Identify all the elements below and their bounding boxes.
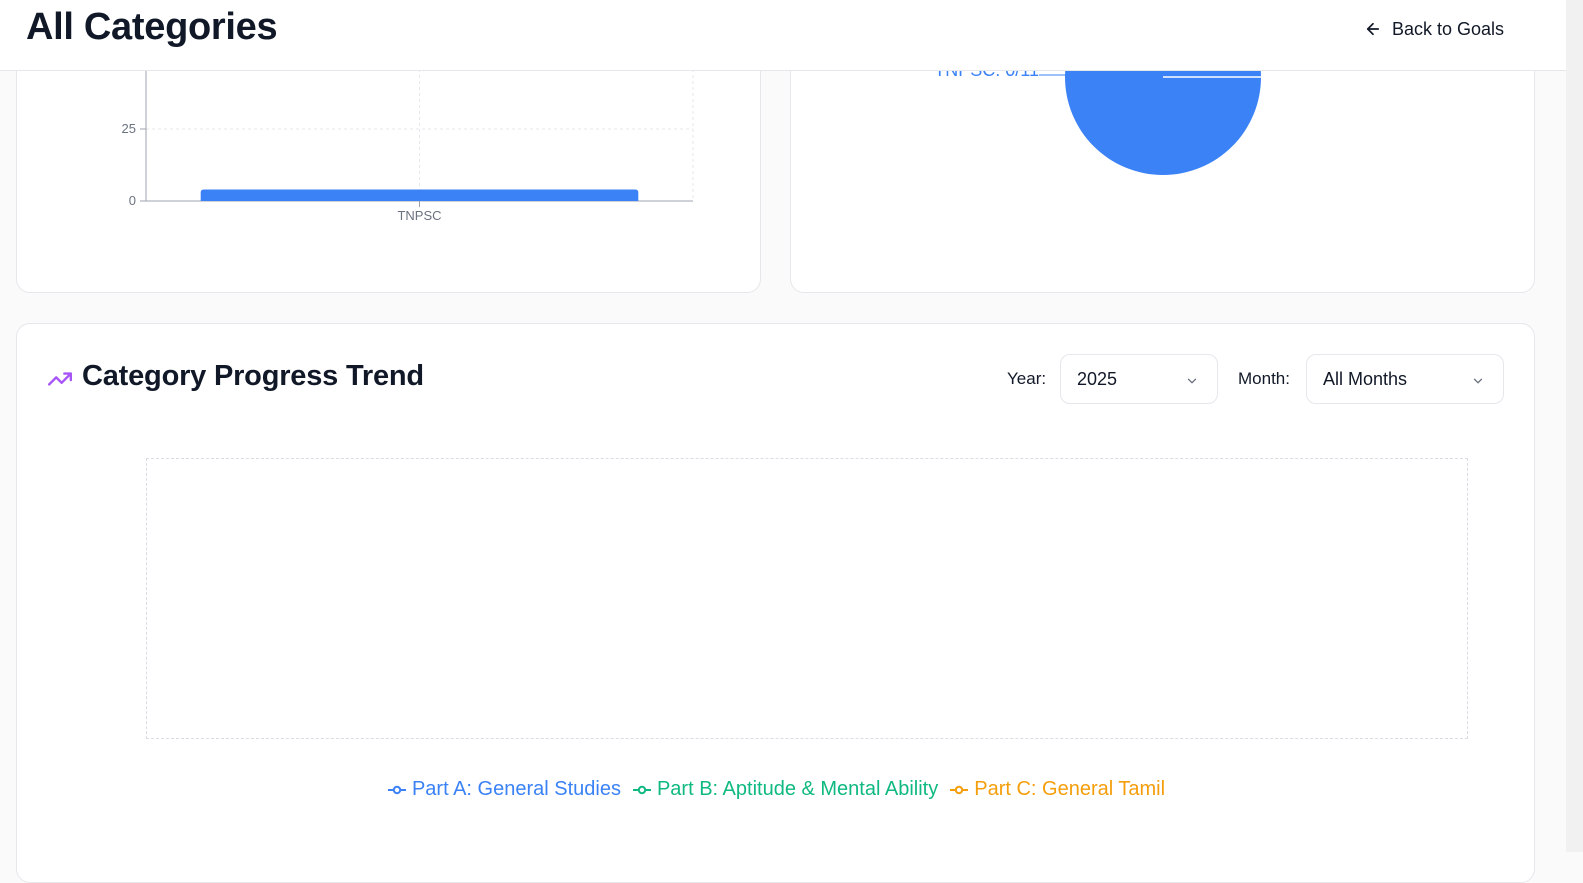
legend-item-part-c[interactable]: Part C: General Tamil	[950, 778, 1165, 801]
year-select-value: 2025	[1077, 368, 1118, 389]
month-label: Month:	[1238, 369, 1290, 388]
category-progress-trend-card: Category Progress Trend Year: 2025 Month…	[16, 323, 1535, 883]
y-tick-label: 0	[129, 193, 136, 208]
top-header: All Categories Back to Goals	[0, 0, 1566, 71]
bar	[200, 189, 639, 201]
trending-up-icon	[47, 366, 73, 392]
y-tick-label: 25	[122, 121, 136, 136]
month-select-value: All Months	[1323, 368, 1408, 389]
legend-label: Part A: General Studies	[411, 778, 621, 800]
legend-item-part-a[interactable]: Part A: General Studies	[387, 778, 621, 801]
back-to-goals-label: Back to Goals	[1392, 18, 1505, 39]
year-select[interactable]: 2025	[1060, 354, 1218, 404]
trend-plot-area	[146, 458, 1468, 739]
year-label: Year:	[1007, 369, 1047, 388]
legend-line-marker-icon	[387, 785, 406, 794]
arrow-left-icon	[1364, 20, 1382, 38]
legend-label: Part B: Aptitude & Mental Ability	[656, 778, 939, 800]
legend-item-part-b[interactable]: Part B: Aptitude & Mental Ability	[632, 778, 939, 801]
chevron-down-icon	[1471, 372, 1485, 386]
legend-line-marker-icon	[632, 785, 651, 794]
legend-label: Part C: General Tamil	[974, 778, 1166, 800]
legend-line-marker-icon	[950, 785, 969, 794]
page-title: All Categories	[26, 6, 278, 48]
x-tick-label: TNPSC	[397, 208, 441, 223]
month-select[interactable]: All Months	[1306, 354, 1504, 404]
trend-title: Category Progress Trend	[82, 360, 424, 392]
page-scrollbar[interactable]	[1566, 0, 1583, 852]
chevron-down-icon	[1185, 372, 1199, 386]
back-to-goals-button[interactable]: Back to Goals	[1364, 16, 1504, 42]
trend-legend: Part A: General Studies Part B: Aptitude…	[17, 778, 1536, 801]
